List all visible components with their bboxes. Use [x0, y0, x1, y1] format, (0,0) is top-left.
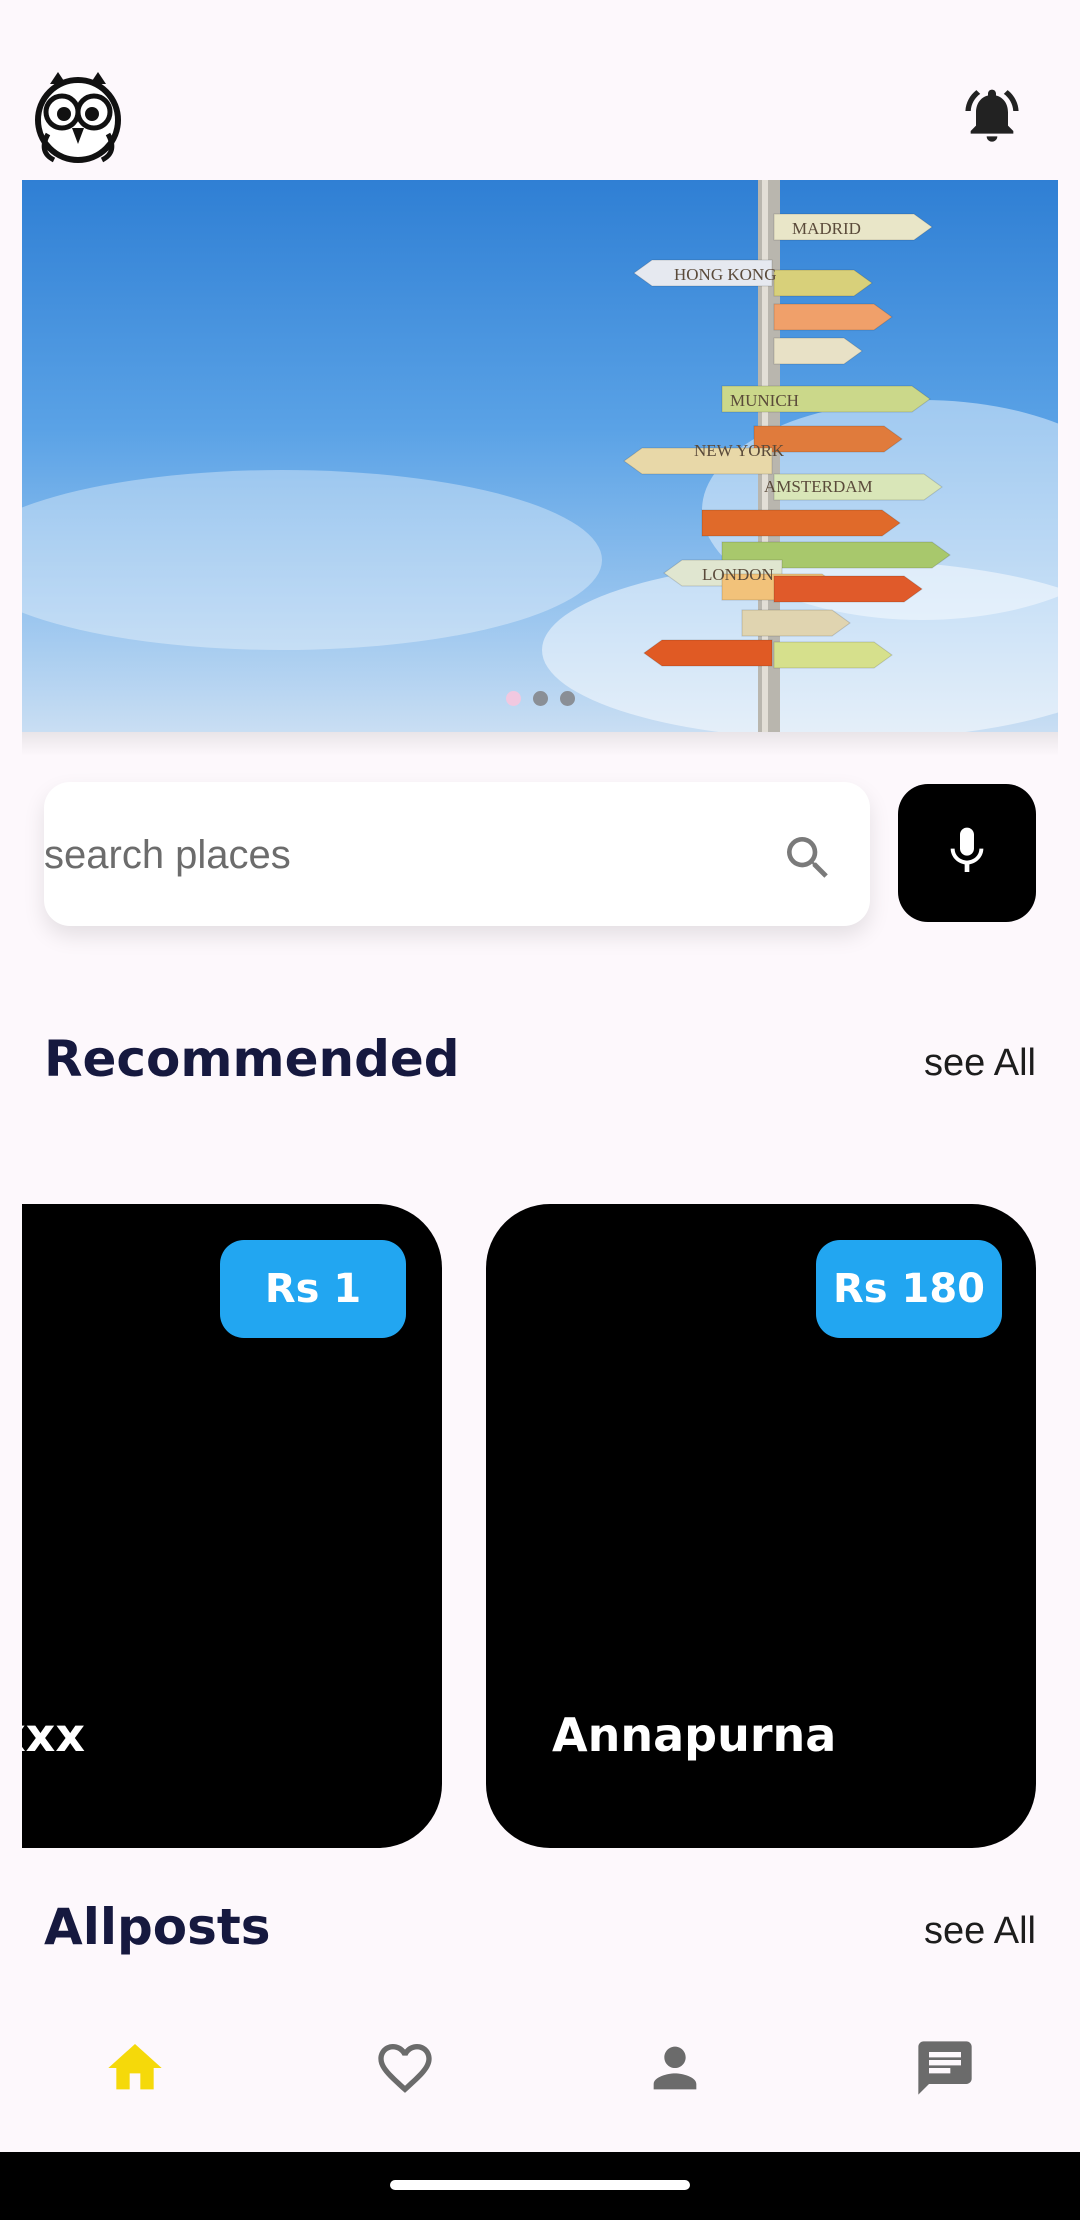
direction-sign — [643, 639, 773, 667]
recommended-title: Recommended — [44, 1030, 460, 1088]
sign-label: MUNICH — [730, 391, 799, 410]
sign-label: AMSTERDAM — [764, 477, 873, 496]
nav-messages[interactable] — [905, 2030, 985, 2110]
owl-logo-icon — [28, 64, 128, 168]
home-indicator[interactable] — [390, 2180, 690, 2190]
carousel-dot[interactable] — [505, 691, 521, 706]
recommended-carousel[interactable]: Rs 1 xxx Rs 180 Annapurna — [22, 1204, 1062, 1848]
system-navigation-bar — [0, 2152, 1080, 2220]
search-icon[interactable] — [780, 830, 836, 886]
signpost-illustration: MADRID HONG KONG MUNICH NEW YORK AMSTERDAM LO… — [22, 180, 1058, 732]
search-input[interactable] — [44, 820, 744, 890]
microphone-icon — [939, 823, 995, 883]
sign-label: NEW YORK — [694, 441, 785, 460]
direction-sign — [773, 269, 873, 297]
voice-search-button[interactable] — [898, 784, 1036, 922]
sign-label: MADRID — [792, 219, 861, 238]
nav-favorites[interactable] — [365, 2030, 445, 2110]
direction-sign — [773, 641, 893, 669]
recommended-see-all-link[interactable]: see All — [924, 1042, 1036, 1085]
price-badge: Rs 1 — [220, 1240, 406, 1338]
heart-icon — [373, 2036, 437, 2104]
direction-sign — [741, 609, 851, 637]
place-card[interactable]: Rs 180 Annapurna — [486, 1204, 1036, 1848]
banner-shadow — [22, 732, 1058, 756]
person-icon — [643, 2036, 707, 2104]
carousel-dot[interactable] — [559, 691, 575, 706]
place-name: xxx — [22, 1708, 86, 1762]
allposts-see-all-link[interactable]: see All — [924, 1910, 1036, 1953]
direction-sign — [701, 509, 901, 537]
direction-sign — [773, 303, 893, 331]
notification-bell-icon[interactable] — [960, 82, 1024, 148]
bottom-navigation — [0, 2000, 1080, 2152]
direction-sign — [773, 575, 923, 603]
hero-banner-carousel[interactable]: MADRID HONG KONG MUNICH NEW YORK AMSTERDAM LO… — [22, 180, 1058, 732]
home-icon — [103, 2036, 167, 2104]
place-card[interactable]: Rs 1 xxx — [22, 1204, 442, 1848]
nav-profile[interactable] — [635, 2030, 715, 2110]
allposts-title: Allposts — [44, 1898, 271, 1956]
direction-sign — [773, 337, 863, 365]
price-badge: Rs 180 — [816, 1240, 1002, 1338]
sign-label: HONG KONG — [674, 265, 776, 284]
sign-label: LONDON — [702, 565, 774, 584]
place-name: Annapurna — [552, 1708, 837, 1762]
search-bar[interactable] — [44, 782, 870, 926]
chat-icon — [913, 2036, 977, 2104]
carousel-dot[interactable] — [532, 691, 548, 706]
carousel-dots — [22, 691, 1058, 706]
nav-home[interactable] — [95, 2030, 175, 2110]
